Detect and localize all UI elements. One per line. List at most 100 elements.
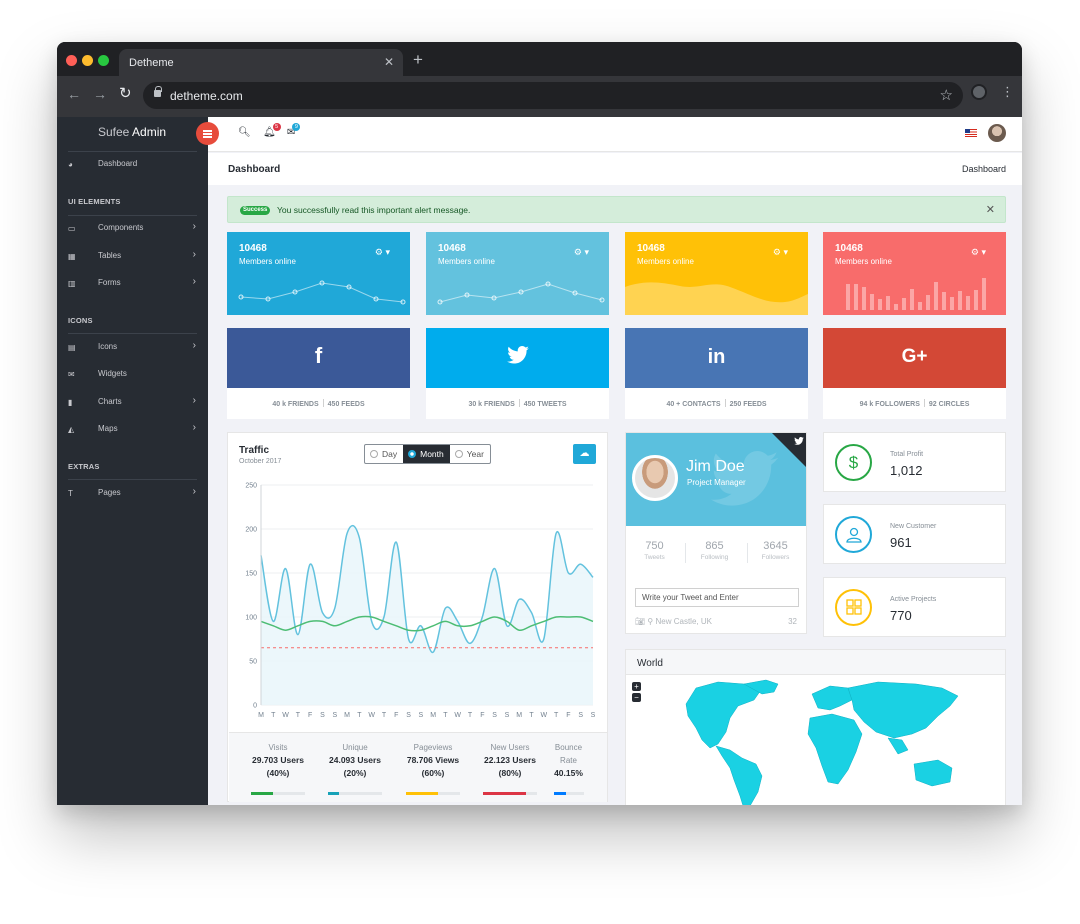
social-stats: 40 + CONTACTS 250 FEEDS	[625, 399, 808, 408]
traffic-stat-bounce-rate: Bounce Rate 40.15%	[541, 741, 596, 795]
back-icon[interactable]: ←	[67, 86, 81, 102]
linkedin-banner: in	[625, 328, 808, 388]
x-tick-label: S	[505, 712, 510, 719]
minimize-window-button[interactable]	[82, 55, 93, 66]
sidebar-item-label: Dashboard	[98, 159, 138, 168]
tweet-input[interactable]: Write your Tweet and Enter	[635, 588, 799, 607]
y-tick-label: 150	[245, 571, 257, 578]
close-window-button[interactable]	[66, 55, 77, 66]
location-text: 📷︎ ⚲ New Castle, UK	[635, 617, 712, 626]
traffic-panel: Traffic October 2017 Day Month Year ☁ 0 5…	[227, 432, 608, 802]
x-tick-label: W	[454, 712, 461, 719]
top-header: 🔍︎ 🔔︎ 5 ✉ 9	[208, 117, 1022, 152]
new-tab-icon[interactable]: +	[413, 50, 423, 70]
browser-tab[interactable]: Detheme ✕	[119, 49, 403, 76]
x-tick-label: W	[282, 712, 289, 719]
search-icon[interactable]: 🔍︎	[238, 127, 251, 138]
north-america-shape	[685, 681, 762, 749]
logo[interactable]: Sufee Admin	[98, 125, 166, 139]
asia-shape	[847, 681, 959, 739]
stat-percent: (80%)	[498, 768, 522, 778]
y-tick-label: 100	[245, 615, 257, 622]
stat-value: 865	[705, 540, 724, 552]
linkedin-card[interactable]: in 40 + CONTACTS 250 FEEDS	[625, 328, 808, 419]
range-option-month[interactable]: Month	[403, 445, 450, 463]
x-tick-label: S	[578, 712, 583, 719]
camera-icon[interactable]: 📷︎	[635, 617, 645, 626]
stat-label: Unique	[342, 743, 368, 752]
x-tick-label: W	[541, 712, 548, 719]
sidebar-item-label: Components	[98, 223, 144, 232]
range-option-year[interactable]: Year	[450, 445, 490, 463]
traffic-title: Traffic	[239, 445, 270, 456]
sidebar-item-forms[interactable]: ▥ Forms ›	[57, 274, 208, 294]
facebook-banner: f	[227, 328, 410, 388]
x-tick-label: F	[394, 712, 398, 719]
sidebar-item-icons[interactable]: ▤ Icons ›	[57, 338, 208, 358]
bell-icon[interactable]: 🔔︎ 5	[263, 123, 281, 138]
social-stat: 30 k FRIENDS	[468, 401, 515, 408]
metric-label: Total Profit	[890, 451, 924, 458]
cloud-download-button[interactable]: ☁	[573, 444, 596, 464]
bookmark-star-icon[interactable]: ☆	[940, 86, 953, 104]
logo-text-light: Sufee	[98, 125, 133, 139]
stat-value: 3645	[763, 540, 788, 552]
mail-icon[interactable]: ✉ 9	[287, 123, 301, 138]
sidebar-item-label: Pages	[98, 488, 121, 497]
chevron-right-icon: ›	[192, 422, 196, 433]
twitter-icon[interactable]	[794, 437, 804, 447]
character-count: 32	[788, 617, 797, 626]
stat-percent: (40%)	[266, 768, 290, 778]
progress-bar	[328, 792, 382, 795]
x-tick-label: T	[357, 712, 362, 719]
sidebar-item-pages[interactable]: T Pages ›	[57, 484, 208, 504]
stat-card: 10468 Members online ⚙ ▾	[426, 232, 609, 315]
user-avatar[interactable]	[988, 124, 1006, 142]
series-area-0	[261, 525, 593, 705]
metric-card-total-profit: $ Total Profit 1,012	[823, 432, 1006, 492]
progress-bar	[251, 792, 305, 795]
sidebar-item-tables[interactable]: ▦ Tables ›	[57, 247, 208, 267]
range-option-day[interactable]: Day	[365, 445, 403, 463]
alert-message: You successfully read this important ale…	[277, 205, 471, 215]
us-flag-icon[interactable]	[965, 129, 977, 137]
twitter-card[interactable]: 30 k FRIENDS 450 TWEETS	[426, 328, 609, 419]
sidebar-item-charts[interactable]: ▮ Charts ›	[57, 393, 208, 413]
x-tick-label: F	[308, 712, 312, 719]
sidebar-item-components[interactable]: ▭ Components ›	[57, 219, 208, 239]
divider	[68, 479, 197, 480]
x-tick-label: S	[591, 712, 596, 719]
address-bar[interactable]: detheme.com ☆	[143, 82, 963, 109]
browser-toolbar: ← → ↻ detheme.com ☆ ⋮	[57, 76, 1022, 117]
south-america-shape	[715, 745, 763, 805]
stat-value: 24.093 Users	[329, 755, 381, 765]
sidebar-item-widgets[interactable]: ✉ Widgets	[57, 365, 208, 385]
close-tab-icon[interactable]: ✕	[384, 55, 394, 69]
stat-value: 750	[645, 540, 664, 552]
close-icon[interactable]: ✕	[986, 203, 995, 216]
profile-card: Jim Doe Project Manager 750 Tweets 865 F…	[625, 432, 807, 634]
menu-toggle-button[interactable]	[196, 122, 219, 145]
sidebar-item-dashboard[interactable]: ◕ Dashboard	[57, 155, 208, 175]
sidebar-item-maps[interactable]: ◭ Maps ›	[57, 420, 208, 440]
profile-avatar-icon[interactable]	[971, 84, 987, 100]
reload-icon[interactable]: ↻	[119, 84, 132, 102]
australia-shape	[913, 759, 953, 787]
browser-menu-icon[interactable]: ⋮	[1001, 84, 1014, 100]
maximize-window-button[interactable]	[98, 55, 109, 66]
x-tick-label: M	[258, 712, 264, 719]
breadcrumb-item[interactable]: Dashboard	[962, 164, 1006, 174]
lock-icon	[154, 86, 162, 97]
social-stat: 450 TWEETS	[523, 401, 567, 408]
forward-icon[interactable]: →	[93, 86, 107, 102]
world-map-header: World	[626, 650, 1005, 675]
sidebar-item-label: Charts	[98, 397, 122, 406]
sidebar: Sufee Admin ◕ Dashboard UI ELEMENTS ▭ Co…	[57, 117, 208, 805]
world-map[interactable]	[626, 676, 1005, 805]
google-plus-card[interactable]: G+ 94 k FOLLOWERS 92 CIRCLES	[823, 328, 1006, 419]
progress-bar	[406, 792, 460, 795]
facebook-card[interactable]: f 40 k FRIENDS 450 FEEDS	[227, 328, 410, 419]
table-icon: ▦	[68, 252, 76, 261]
message-badge: 9	[292, 123, 301, 131]
tab-title: Detheme	[129, 57, 174, 69]
